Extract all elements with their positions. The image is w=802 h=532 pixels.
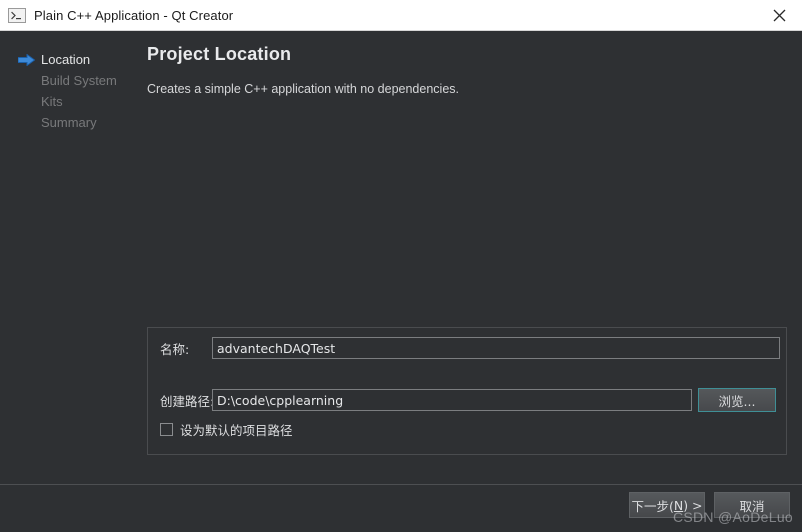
sidebar-item-summary: Summary <box>0 112 140 133</box>
close-button[interactable] <box>757 0 802 30</box>
footer-divider <box>0 484 802 485</box>
cancel-button-label: 取消 <box>739 498 765 514</box>
sidebar-item-label: Location <box>41 52 91 67</box>
create-path-input[interactable] <box>212 389 692 411</box>
sidebar-item-location[interactable]: Location <box>0 49 140 70</box>
title-bar: Plain C++ Application - Qt Creator <box>0 0 802 31</box>
browse-button-label: 浏览... <box>718 393 756 409</box>
wizard-step-sidebar: Location Build System Kits Summary <box>0 31 140 532</box>
project-name-input[interactable] <box>212 337 780 359</box>
sidebar-item-label: Build System <box>41 73 117 88</box>
blue-right-arrow-icon <box>18 53 35 66</box>
browse-button[interactable]: 浏览... <box>698 388 776 412</box>
name-row: 名称: <box>160 337 780 359</box>
default-path-checkbox[interactable] <box>160 423 173 436</box>
window-title: Plain C++ Application - Qt Creator <box>34 7 234 23</box>
next-button-prefix: 下一步( <box>631 498 674 514</box>
create-path-label: 创建路径: <box>160 393 215 409</box>
next-button-suffix: ) > <box>683 497 703 513</box>
sidebar-item-kits: Kits <box>0 91 140 112</box>
cancel-button[interactable]: 取消 <box>714 492 790 518</box>
sidebar-item-label: Summary <box>41 115 97 130</box>
close-icon <box>773 9 786 21</box>
project-wizard-dialog: Plain C++ Application - Qt Creator Locat… <box>0 0 802 532</box>
default-path-checkbox-row[interactable]: 设为默认的项目路径 <box>160 420 293 439</box>
next-button[interactable]: 下一步(N) > <box>629 492 705 518</box>
default-path-checkbox-label: 设为默认的项目路径 <box>180 423 293 438</box>
sidebar-item-build-system: Build System <box>0 70 140 91</box>
page-description: Creates a simple C++ application with no… <box>147 82 459 96</box>
name-label: 名称: <box>160 341 190 357</box>
dialog-button-bar: 下一步(N) > 取消 <box>629 492 790 518</box>
project-location-form: 名称: 创建路径: 浏览... 设为默认的项目路径 <box>147 327 787 455</box>
page-title: Project Location <box>147 44 292 64</box>
wizard-page-content: Project Location Creates a simple C++ ap… <box>140 31 802 532</box>
next-button-mnemonic: N <box>673 497 684 513</box>
path-row: 创建路径: 浏览... <box>160 388 776 412</box>
console-app-icon <box>8 7 26 23</box>
sidebar-item-label: Kits <box>41 94 63 109</box>
